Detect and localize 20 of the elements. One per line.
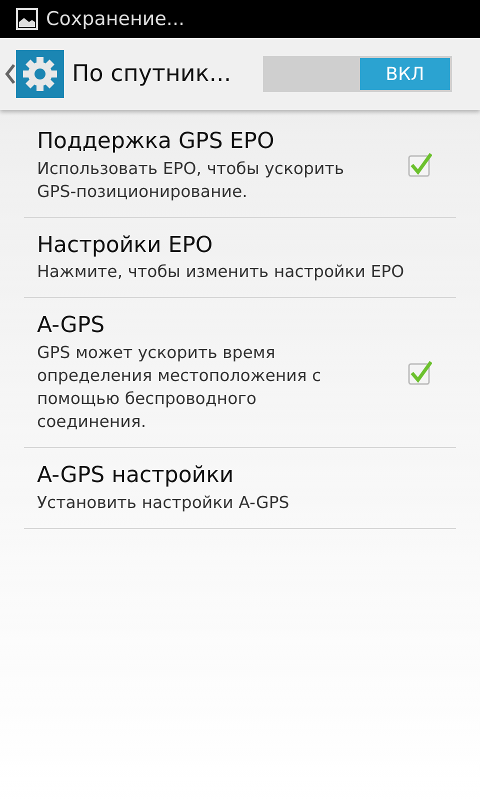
- up-button[interactable]: [4, 50, 64, 98]
- screen-title: По спутник...: [72, 60, 232, 89]
- preference-title: Настройки EPO: [37, 232, 214, 260]
- preference-row[interactable]: Поддержка GPS EPO Использовать EPO, чтобы ускорить GPS-позиционирование.: [24, 114, 456, 218]
- preference-summary: GPS может ускорить время определения местоположения с помощью беспроводного соединения.: [37, 342, 322, 434]
- back-icon: [4, 63, 16, 85]
- settings-icon: [22, 56, 58, 92]
- preference-title: A-GPS: [37, 312, 106, 340]
- picture-notification-icon: [16, 8, 38, 30]
- preference-summary: Установить настройки A-GPS: [37, 492, 290, 514]
- checkbox[interactable]: [408, 360, 432, 385]
- preference-title: Поддержка GPS EPO: [37, 128, 276, 156]
- preference-title: A-GPS настройки: [37, 462, 235, 490]
- checkbox[interactable]: [408, 153, 432, 178]
- preference-summary: Нажмите, чтобы изменить настройки EPO: [37, 261, 406, 284]
- preference-row[interactable]: A-GPS настройки Установить настройки A-GPS: [24, 448, 456, 530]
- preference-summary: Использовать EPO, чтобы ускорить GPS-позиционирование.: [37, 158, 346, 203]
- notification-text: Сохранение...: [46, 6, 185, 32]
- preference-row[interactable]: A-GPS GPS может ускорить время определения местоположения с помощью беспроводного соединения.: [24, 298, 456, 448]
- preference-row[interactable]: Настройки EPO Нажмите, чтобы изменить настройки EPO: [24, 218, 456, 298]
